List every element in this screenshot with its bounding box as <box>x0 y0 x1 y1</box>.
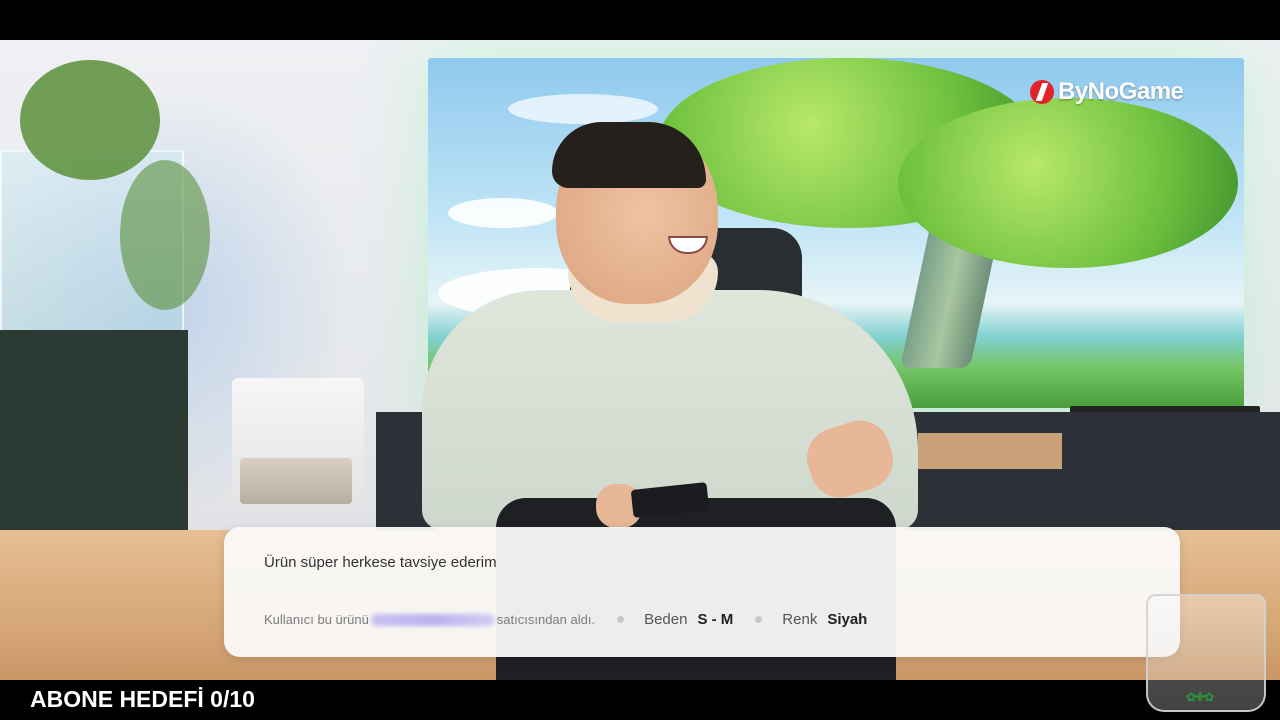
letterbox-top <box>0 0 1280 40</box>
air-purifier-base <box>240 458 352 504</box>
bynogame-logo-icon <box>1030 80 1054 104</box>
video-frame: ByNoGame Ürün süper herkese tavsiye eder… <box>0 0 1280 720</box>
purchase-suffix: satıcısından aldı. <box>496 612 596 627</box>
cloud <box>508 94 658 124</box>
tree-canopy <box>898 98 1238 268</box>
plant <box>20 60 160 180</box>
cabinet-shelf <box>915 430 1065 472</box>
left-cabinet <box>0 330 188 530</box>
size-label: Beden <box>644 611 688 628</box>
color-label: Renk <box>782 611 818 628</box>
cloud <box>448 198 558 228</box>
review-meta: Kullanıcı bu ürünü satıcısından aldı. Be… <box>264 611 867 628</box>
purchase-prefix: Kullanıcı bu ürünü <box>264 612 369 627</box>
plant <box>120 160 210 310</box>
brand-logo: ByNoGame <box>1030 78 1184 106</box>
review-card: Ürün süper herkese tavsiye ederim Kullan… <box>224 527 1180 657</box>
glass-decor-icon: ✿✚✿ <box>1186 690 1214 704</box>
store-name-blurred <box>370 613 495 626</box>
color-value: Siyah <box>827 611 868 628</box>
subscriber-goal: ABONE HEDEFİ 0/10 <box>30 686 255 712</box>
separator-dot <box>755 616 763 623</box>
brand-logo-text: ByNoGame <box>1058 78 1184 105</box>
separator-dot <box>617 616 625 623</box>
size-value: S - M <box>697 611 734 628</box>
review-text: Ürün süper herkese tavsiye ederim <box>264 554 497 571</box>
